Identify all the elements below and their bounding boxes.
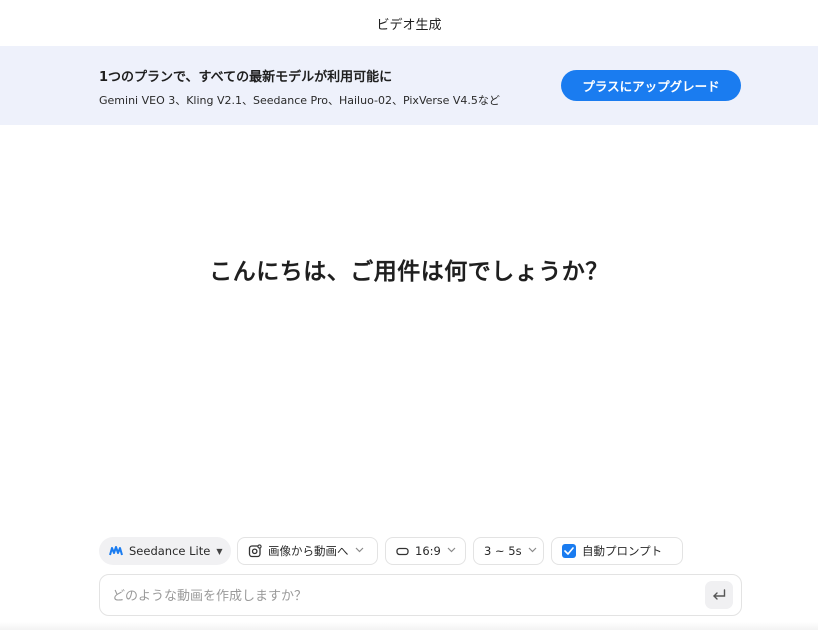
seedance-logo-icon bbox=[109, 546, 123, 556]
banner-subtitle: Gemini VEO 3、Kling V2.1、Seedance Pro、Hai… bbox=[99, 94, 500, 107]
aspect-ratio-icon bbox=[396, 547, 409, 555]
auto-prompt-toggle[interactable]: 自動プロンプト bbox=[551, 537, 683, 565]
greeting-heading: こんにちは、ご用件は何でしょうか？ bbox=[209, 259, 609, 285]
aspect-ratio-label: 16:9 bbox=[415, 544, 441, 558]
prompt-input[interactable] bbox=[110, 584, 694, 608]
bottom-edge-shadow bbox=[0, 622, 818, 630]
submit-button[interactable] bbox=[705, 581, 733, 609]
prompt-composer bbox=[99, 574, 742, 616]
page-title: ビデオ生成 bbox=[376, 17, 442, 33]
checkmark-icon bbox=[564, 547, 574, 555]
chevron-down-icon bbox=[355, 546, 364, 556]
duration-label: 3 ~ 5s bbox=[484, 544, 522, 558]
enter-return-icon bbox=[713, 589, 726, 600]
upgrade-button[interactable]: プラスにアップグレード bbox=[561, 70, 741, 101]
chevron-down-icon bbox=[528, 546, 537, 556]
model-selector[interactable]: Seedance Lite ▼ bbox=[99, 537, 231, 565]
duration-selector[interactable]: 3 ~ 5s bbox=[473, 537, 544, 565]
upgrade-banner: 1つのプランで、すべての最新モデルが利用可能に Gemini VEO 3、Kli… bbox=[0, 46, 818, 125]
mode-selector[interactable]: 画像から動画へ bbox=[237, 537, 378, 565]
caret-down-icon: ▼ bbox=[216, 546, 223, 556]
image-to-video-icon bbox=[248, 544, 262, 558]
generation-options-toolbar: Seedance Lite ▼ 画像から動画へ 16:9 3 ~ 5s 自動プロ… bbox=[99, 537, 719, 565]
page-header: ビデオ生成 bbox=[0, 0, 818, 46]
model-selector-label: Seedance Lite bbox=[129, 544, 211, 558]
mode-selector-label: 画像から動画へ bbox=[268, 544, 349, 558]
banner-title: 1つのプランで、すべての最新モデルが利用可能に bbox=[99, 70, 393, 85]
auto-prompt-checkbox[interactable] bbox=[562, 544, 576, 558]
video-generation-page: ビデオ生成 1つのプランで、すべての最新モデルが利用可能に Gemini VEO… bbox=[0, 0, 818, 630]
aspect-ratio-selector[interactable]: 16:9 bbox=[385, 537, 466, 565]
chevron-down-icon bbox=[447, 546, 456, 556]
auto-prompt-label: 自動プロンプト bbox=[582, 544, 663, 558]
